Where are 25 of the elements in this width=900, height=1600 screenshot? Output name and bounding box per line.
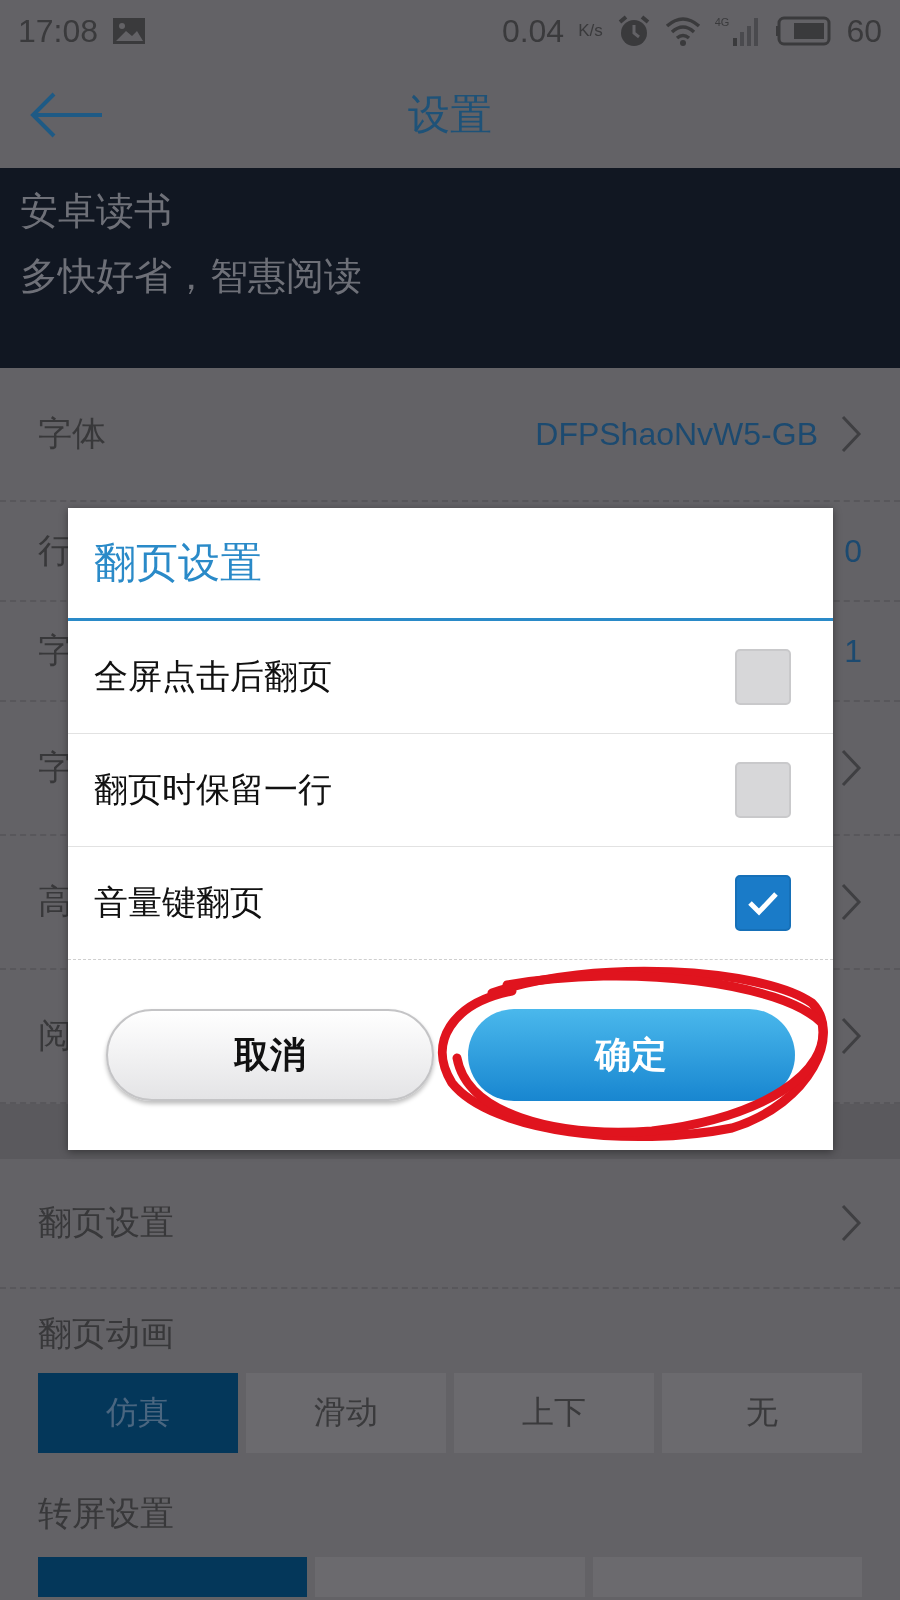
image-icon [112,17,147,45]
back-arrow-icon[interactable] [30,92,104,138]
option-label: 翻页时保留一行 [94,768,332,811]
checkbox[interactable] [735,649,791,705]
dialog-title: 翻页设置 [68,508,833,621]
battery-icon [776,16,833,46]
page-title: 设置 [408,89,492,141]
setting-value: 0 [844,532,862,570]
dialog-option[interactable]: 全屏点击后翻页 [68,621,833,734]
chevron-icon [840,1203,862,1243]
cancel-button[interactable]: 取消 [106,1009,434,1101]
option-label: 音量键翻页 [94,881,264,924]
setting-value: 1 [844,632,862,670]
dialog-option[interactable]: 翻页时保留一行 [68,734,833,847]
banner-text: 安卓读书 [20,188,172,235]
alarm-icon [616,14,651,48]
option-label: 全屏点击后翻页 [94,655,332,698]
confirm-button[interactable]: 确定 [467,1009,795,1101]
segment-option[interactable]: 仿真 [38,1373,238,1453]
wifi-icon [664,16,701,46]
banner-text: 多快好省，智惠阅读 [20,253,362,300]
setting-value: DFPShaoNvW5-GB [535,415,818,453]
segment-option[interactable] [38,1557,308,1597]
checkbox[interactable] [735,875,791,931]
checkbox[interactable] [735,762,791,818]
